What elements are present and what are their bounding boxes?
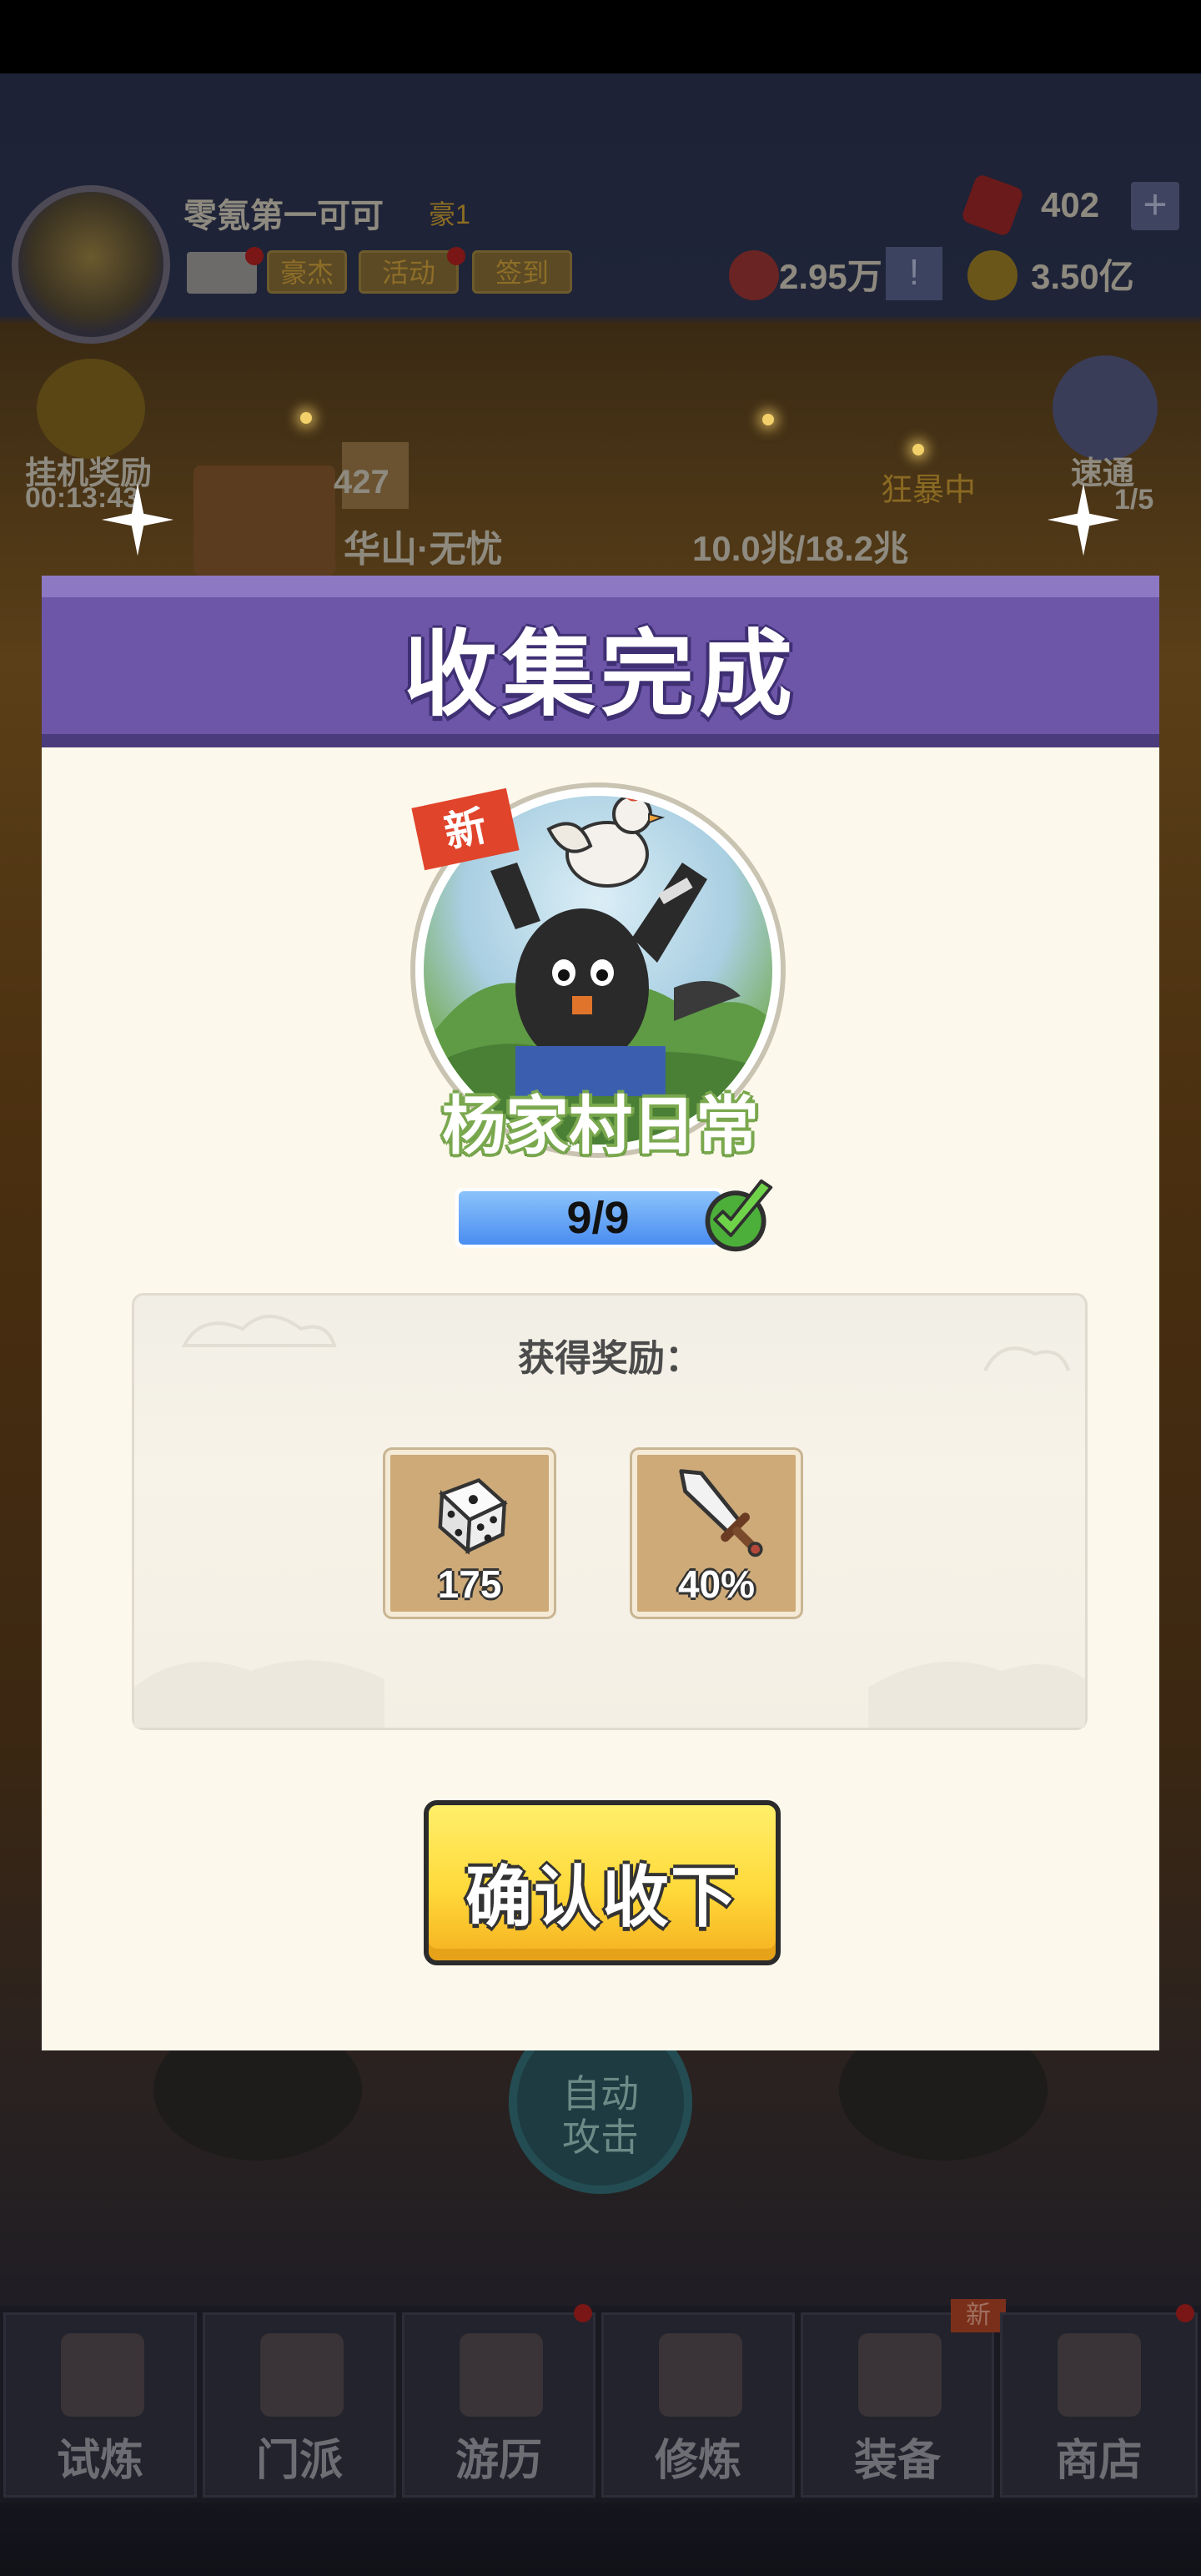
sword-icon: [679, 1469, 763, 1557]
nav-label: 装备: [853, 2437, 941, 2485]
reward-item-dice[interactable]: 175: [385, 1450, 554, 1617]
confirm-button-label: 确认收下: [465, 1860, 739, 1935]
reward-amount: 40%: [677, 1562, 756, 1606]
dialog-title: 收集完成: [404, 622, 797, 727]
sword-icon: [858, 2333, 942, 2417]
nav-shop[interactable]: 商店: [1000, 2312, 1198, 2498]
checkmark-icon: [705, 1179, 773, 1252]
notification-dot: [574, 2304, 592, 2322]
nav-label: 修炼: [654, 2437, 741, 2485]
add-gems-button[interactable]: +: [1131, 182, 1179, 230]
coin-value: 3.50亿: [1031, 257, 1134, 296]
scroll-icon: [659, 2333, 742, 2417]
glow-particle: [762, 414, 774, 425]
nav-label: 商店: [1055, 2437, 1143, 2485]
new-badge: 新: [951, 2299, 1006, 2332]
power-icon: [729, 250, 779, 300]
sparkle-star-icon: [101, 483, 174, 556]
boss-hp: 10.0兆/18.2兆: [692, 529, 909, 568]
nav-label: 门派: [255, 2437, 343, 2485]
stage-number: 427: [334, 464, 389, 501]
reward-title: 获得奖励：: [518, 1338, 701, 1379]
notification-dot: [447, 247, 465, 265]
dialog-header-highlight: [42, 576, 1159, 597]
dialog-header-band: [42, 734, 1159, 747]
nav-label: 游历: [455, 2437, 542, 2485]
player-name: 零氪第一可可: [183, 198, 384, 234]
boss-card-thumbnail: [193, 465, 335, 576]
reward-amount: 175: [437, 1562, 502, 1606]
rage-status: 狂暴中: [881, 473, 977, 508]
sparkle-star-icon: [1047, 483, 1120, 556]
nav-travel[interactable]: 游历: [402, 2312, 595, 2498]
glow-particle: [912, 444, 924, 455]
nav-trial[interactable]: 试炼: [3, 2312, 197, 2498]
nav-equipment[interactable]: 装备: [801, 2312, 994, 2498]
player-avatar[interactable]: [12, 185, 170, 344]
stage-name: 华山·无忧: [344, 529, 503, 570]
hero-tag-button[interactable]: 豪杰: [267, 250, 347, 294]
glow-particle: [300, 412, 312, 424]
reward-item-sword[interactable]: 40%: [632, 1450, 801, 1617]
gem-count: 402: [1041, 185, 1100, 224]
vip-badge: 豪1: [429, 199, 470, 229]
notification-dot: [1176, 2304, 1194, 2322]
power-info-button[interactable]: !: [886, 247, 942, 300]
coin-icon: [967, 250, 1018, 300]
shop-icon: [1058, 2333, 1141, 2417]
nav-cultivate[interactable]: 修炼: [601, 2312, 795, 2498]
nav-sect[interactable]: 门派: [203, 2312, 396, 2498]
landscape-icon: [460, 2333, 543, 2417]
nav-label: 试炼: [56, 2437, 143, 2485]
treasure-chest-icon[interactable]: [37, 359, 145, 459]
ninja-icon: [61, 2333, 144, 2417]
status-bar: [0, 0, 1201, 73]
character-name: 杨家村日常: [442, 1091, 759, 1162]
auto-attack-label: 自动攻击: [562, 2072, 639, 2159]
event-tag-button[interactable]: 活动: [359, 250, 459, 294]
checkin-tag-button[interactable]: 签到: [472, 250, 572, 294]
temple-icon: [260, 2333, 344, 2417]
ninja-speedrun-icon[interactable]: [1053, 355, 1158, 460]
notification-dot: [245, 247, 264, 265]
dice-icon: [438, 1477, 508, 1555]
power-value: 2.95万: [779, 257, 882, 296]
